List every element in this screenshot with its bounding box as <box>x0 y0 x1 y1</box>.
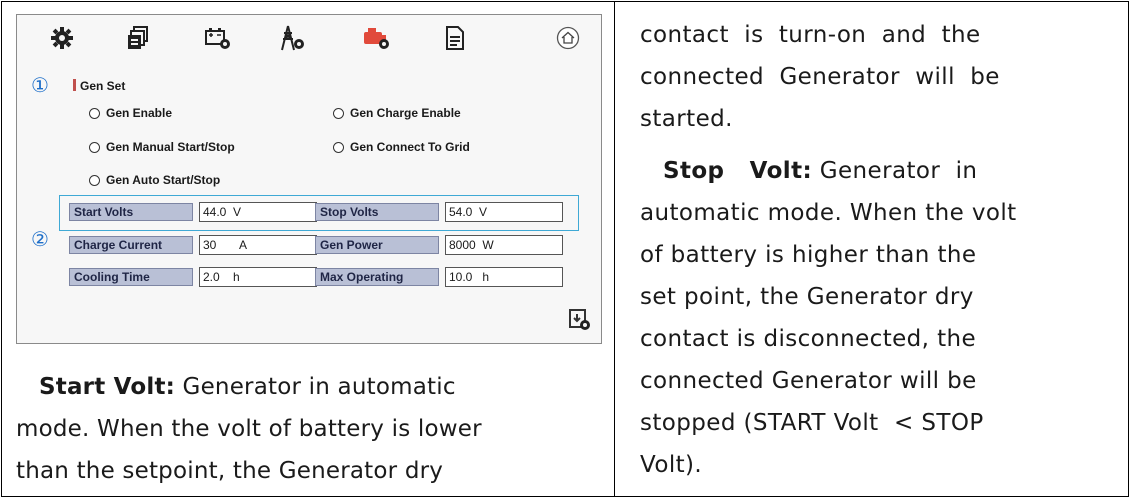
option-label: Gen Connect To Grid <box>350 140 470 154</box>
text-line: contact is disconnected, the <box>640 326 977 352</box>
max-operating-input[interactable]: 10.0 h <box>445 267 563 287</box>
text-line: set point, the Generator dry <box>640 284 974 310</box>
text-line: Generator in automatic <box>175 374 456 400</box>
option-label: Gen Enable <box>106 106 173 120</box>
text-line: Generator in <box>812 158 978 184</box>
document-icon[interactable] <box>443 23 467 53</box>
generator-icon[interactable] <box>361 23 393 53</box>
text-line: of battery is higher than the <box>640 242 977 268</box>
stop-volts-label: Stop Volts <box>315 203 439 221</box>
stop-volt-term: Stop Volt: <box>663 158 813 184</box>
option-label: Gen Charge Enable <box>350 106 461 120</box>
gen-power-label: Gen Power <box>315 236 439 254</box>
cooling-time-label: Cooling Time <box>69 268 193 286</box>
text-line: mode. When the volt of battery is lower <box>16 416 482 442</box>
option-label: Gen Manual Start/Stop <box>106 140 235 154</box>
option-gen-enable[interactable]: Gen Enable <box>89 106 172 120</box>
battery-settings-icon[interactable] <box>203 23 233 53</box>
section-title-bar <box>73 79 76 91</box>
radio-circle[interactable] <box>333 141 344 153</box>
start-volts-input[interactable]: 44.0 V <box>199 202 317 222</box>
text-line: started. <box>640 106 733 132</box>
option-gen-auto-start-stop[interactable]: Gen Auto Start/Stop <box>89 173 220 187</box>
radio-circle[interactable] <box>89 141 100 153</box>
save-settings-icon[interactable] <box>569 309 591 335</box>
start-volt-term: Start Volt: <box>39 374 176 400</box>
text-line: automatic mode. When the volt <box>640 200 1017 226</box>
stop-volts-input[interactable]: 54.0 V <box>445 202 563 222</box>
text-line: than the setpoint, the Generator dry <box>16 458 444 484</box>
option-label: Gen Auto Start/Stop <box>106 173 221 187</box>
start-volts-label: Start Volts <box>69 203 193 221</box>
option-gen-connect-to-grid[interactable]: Gen Connect To Grid <box>333 140 470 154</box>
section-title-text: Gen Set <box>80 79 126 93</box>
radio-circle[interactable] <box>333 107 344 119</box>
generator-settings-screenshot: ① ② Gen Set Gen Enable Gen Charge Enable… <box>16 14 602 344</box>
column-divider <box>614 1 615 497</box>
charge-current-input[interactable]: 30 A <box>199 235 317 255</box>
max-operating-label: Max Operating <box>315 268 439 286</box>
home-icon[interactable] <box>555 23 581 53</box>
text-line: connected Generator will be <box>640 64 1000 90</box>
grid-tower-icon[interactable] <box>277 23 307 53</box>
text-line: stopped (START Volt < STOP <box>640 410 984 436</box>
option-gen-manual-start-stop[interactable]: Gen Manual Start/Stop <box>89 140 235 154</box>
gear-icon[interactable] <box>49 23 75 53</box>
section-title: Gen Set <box>73 79 125 93</box>
stop-volt-description: contact is turn-on and the connected Gen… <box>640 14 1106 486</box>
radio-circle[interactable] <box>89 107 100 119</box>
marker-2: ② <box>31 227 49 251</box>
battery-stack-icon[interactable] <box>125 23 151 53</box>
text-line: contact is turn-on and the <box>640 22 981 48</box>
text-line: connected Generator will be <box>640 368 977 394</box>
text-line: Volt). <box>640 452 703 478</box>
radio-circle[interactable] <box>89 174 100 186</box>
cooling-time-input[interactable]: 2.0 h <box>199 267 317 287</box>
start-volt-description: Start Volt: Generator in automatic mode.… <box>16 366 606 492</box>
option-gen-charge-enable[interactable]: Gen Charge Enable <box>333 106 461 120</box>
charge-current-label: Charge Current <box>69 236 193 254</box>
gen-power-input[interactable]: 8000 W <box>445 235 563 255</box>
marker-1: ① <box>31 73 49 97</box>
